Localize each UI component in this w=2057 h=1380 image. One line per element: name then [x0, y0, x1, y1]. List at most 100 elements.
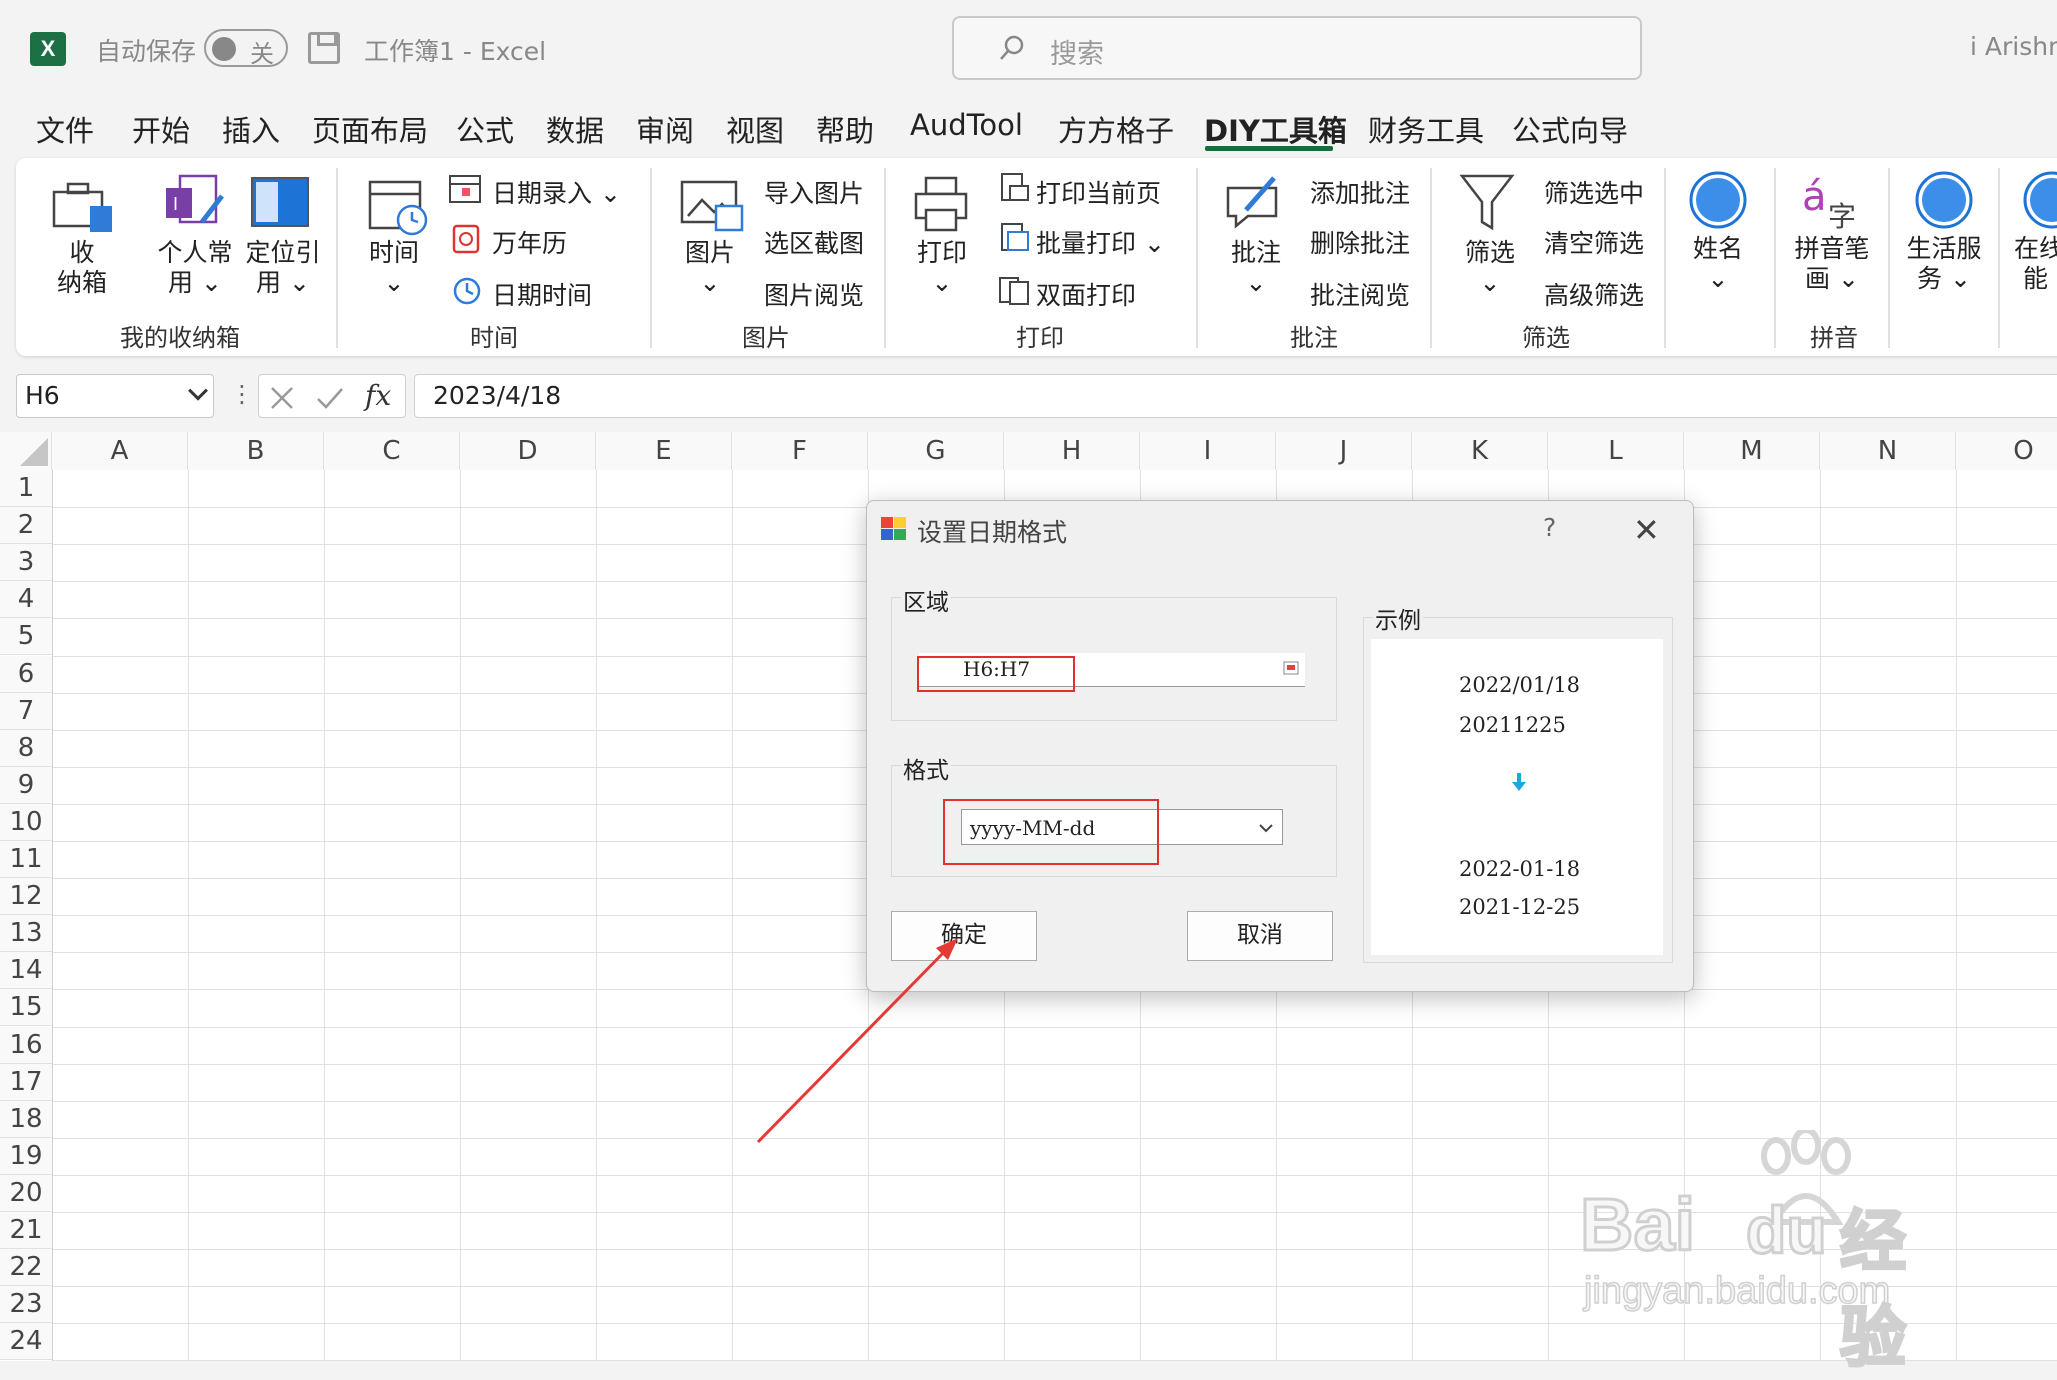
tab-review[interactable]: 审阅 — [636, 108, 694, 150]
column-header[interactable]: N — [1820, 432, 1956, 470]
personal-common-button[interactable]: 个人常 用 ⌄ — [150, 238, 240, 298]
column-header[interactable]: E — [596, 432, 732, 470]
picture-button[interactable]: 图片 ⌄ — [676, 238, 744, 298]
row-header[interactable]: 20 — [0, 1174, 52, 1212]
row-header[interactable]: 16 — [0, 1026, 52, 1064]
select-all-corner[interactable] — [0, 432, 52, 470]
perpetual-calendar-button[interactable]: 万年历 — [492, 224, 567, 260]
area-screenshot-button[interactable]: 选区截图 — [764, 224, 864, 260]
tab-data[interactable]: 数据 — [546, 108, 604, 150]
comment-button[interactable]: 批注 ⌄ — [1222, 238, 1290, 298]
cancel-button[interactable]: 取消 — [1187, 911, 1333, 961]
row-header[interactable]: 12 — [0, 878, 52, 916]
save-icon[interactable] — [308, 32, 340, 64]
date-entry-button[interactable]: 日期录入 ⌄ — [492, 174, 621, 210]
tab-fangfang[interactable]: 方方格子 — [1058, 108, 1174, 150]
column-header[interactable]: K — [1412, 432, 1548, 470]
tab-audtool[interactable]: AudTool — [910, 108, 1023, 142]
row-header[interactable]: 3 — [0, 544, 52, 582]
print-button[interactable]: 打印 ⌄ — [908, 238, 976, 298]
close-button[interactable]: ✕ — [1633, 511, 1660, 549]
column-header[interactable]: M — [1684, 432, 1820, 470]
arrow-down-icon — [1512, 773, 1526, 791]
add-comment-button[interactable]: 添加批注 — [1310, 174, 1410, 210]
column-header[interactable]: J — [1276, 432, 1412, 470]
online-button[interactable]: 在线 能 — [2014, 234, 2057, 294]
column-header[interactable]: I — [1140, 432, 1276, 470]
row-header[interactable]: 18 — [0, 1100, 52, 1138]
tab-insert[interactable]: 插入 — [222, 108, 280, 150]
row-header[interactable]: 21 — [0, 1212, 52, 1250]
batch-print-button[interactable]: 批量打印 ⌄ — [1036, 224, 1165, 260]
user-name[interactable]: i Arishm — [1970, 32, 2057, 61]
row-header[interactable]: 23 — [0, 1286, 52, 1324]
clear-filter-button[interactable]: 清空筛选 — [1544, 224, 1644, 260]
tab-file[interactable]: 文件 — [36, 108, 94, 150]
row-header[interactable]: 13 — [0, 915, 52, 953]
tab-help[interactable]: 帮助 — [816, 108, 874, 150]
tab-formulas[interactable]: 公式 — [456, 108, 514, 150]
separator — [1998, 168, 2000, 348]
picture-viewer-button[interactable]: 图片阅览 — [764, 276, 864, 312]
row-header[interactable]: 24 — [0, 1323, 52, 1361]
gridline — [52, 1100, 2057, 1102]
tab-page-layout[interactable]: 页面布局 — [312, 108, 428, 150]
more-icon[interactable]: ⋮ — [230, 380, 254, 408]
locate-reference-button[interactable]: 定位引 用 ⌄ — [238, 238, 328, 298]
life-service-button[interactable]: 生活服 务 ⌄ — [1898, 234, 1990, 294]
row-header[interactable]: 1 — [0, 470, 52, 508]
pinyin-stroke-button[interactable]: 拼音笔 画 ⌄ — [1784, 234, 1880, 294]
row-header[interactable]: 10 — [0, 803, 52, 841]
column-header[interactable]: L — [1548, 432, 1684, 470]
row-header[interactable]: 2 — [0, 507, 52, 545]
row-header[interactable]: 4 — [0, 581, 52, 619]
row-header[interactable]: 9 — [0, 766, 52, 804]
date-time-button[interactable]: 日期时间 — [492, 276, 592, 312]
row-header[interactable]: 7 — [0, 692, 52, 730]
import-picture-button[interactable]: 导入图片 — [764, 174, 864, 210]
cancel-icon[interactable] — [269, 385, 295, 411]
row-header[interactable]: 11 — [0, 841, 52, 879]
print-current-page-button[interactable]: 打印当前页 — [1036, 174, 1161, 210]
group-label-time: 时间 — [470, 324, 518, 352]
tab-formula-wizard[interactable]: 公式向导 — [1512, 108, 1628, 150]
tab-diy-toolbox[interactable]: DIY工具箱 — [1204, 108, 1347, 150]
column-header[interactable]: G — [868, 432, 1004, 470]
enter-icon[interactable] — [315, 385, 345, 411]
row-header[interactable]: 5 — [0, 618, 52, 656]
filter-selected-button[interactable]: 筛选选中 — [1544, 174, 1644, 210]
column-header[interactable]: B — [188, 432, 324, 470]
column-header[interactable]: C — [324, 432, 460, 470]
storage-box-button[interactable]: 收 纳箱 — [52, 238, 112, 298]
delete-comment-button[interactable]: 删除批注 — [1310, 224, 1410, 260]
row-header[interactable]: 17 — [0, 1063, 52, 1101]
row-header[interactable]: 15 — [0, 989, 52, 1027]
comment-viewer-button[interactable]: 批注阅览 — [1310, 276, 1410, 312]
row-header[interactable]: 14 — [0, 952, 52, 990]
time-button[interactable]: 时间 ⌄ — [360, 238, 428, 298]
duplex-print-button[interactable]: 双面打印 — [1036, 276, 1136, 312]
autosave-toggle[interactable]: 关 — [204, 29, 288, 68]
name-button[interactable]: 姓名 ⌄ — [1684, 234, 1752, 294]
row-header[interactable]: 19 — [0, 1137, 52, 1175]
help-button[interactable]: ? — [1543, 513, 1556, 542]
column-header[interactable]: O — [1956, 432, 2057, 470]
insert-function-icon[interactable]: fx — [365, 379, 391, 412]
column-header[interactable]: F — [732, 432, 868, 470]
row-header[interactable]: 22 — [0, 1249, 52, 1287]
tab-finance[interactable]: 财务工具 — [1368, 108, 1484, 150]
range-picker-icon[interactable] — [1283, 661, 1299, 675]
column-header[interactable]: D — [460, 432, 596, 470]
advanced-filter-button[interactable]: 高级筛选 — [1544, 276, 1644, 312]
formula-input[interactable]: 2023/4/18 — [414, 374, 2057, 418]
search-box[interactable]: 搜索 — [952, 16, 1642, 80]
column-header[interactable]: H — [1004, 432, 1140, 470]
name-box[interactable]: H6 — [16, 374, 214, 418]
filter-button[interactable]: 筛选 ⌄ — [1456, 238, 1524, 298]
row-header[interactable]: 6 — [0, 655, 52, 693]
group-label-picture: 图片 — [742, 324, 790, 352]
tab-home[interactable]: 开始 — [132, 108, 190, 150]
column-header[interactable]: A — [52, 432, 188, 470]
row-header[interactable]: 8 — [0, 729, 52, 767]
tab-view[interactable]: 视图 — [726, 108, 784, 150]
